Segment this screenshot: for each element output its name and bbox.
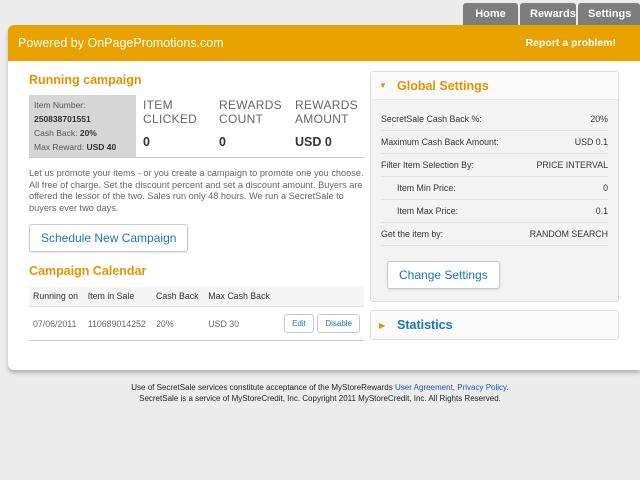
cell-actions: Edit Disable xyxy=(276,306,364,341)
cell-max-cash-back: USD 30 xyxy=(204,306,277,341)
setting-value: PRICE INTERVAL xyxy=(536,160,608,170)
stat-label: REWARDS COUNT xyxy=(219,98,282,126)
settings-row: Get the item by: RANDOM SEARCH xyxy=(381,223,608,246)
nav-tab-home[interactable]: Home xyxy=(463,3,518,25)
top-nav: Home Rewards Settings xyxy=(463,3,640,25)
global-settings-panel: ▼ Global Settings SecretSale Cash Back %… xyxy=(370,71,619,302)
column-header-actions xyxy=(276,287,364,307)
column-header: Max Cash Back xyxy=(204,287,277,307)
statistics-title: Statistics xyxy=(397,318,453,332)
campaign-section: Running campaign Item Number: 2508387015… xyxy=(29,73,364,341)
nav-tab-settings[interactable]: Settings xyxy=(578,3,640,25)
setting-key: Item Max Price: xyxy=(397,206,459,216)
nav-tab-rewards[interactable]: Rewards xyxy=(520,3,576,25)
main-card: Powered by OnPagePromotions.com Report a… xyxy=(8,25,640,370)
campaign-summary: Item Number: 250838701551 Cash Back: 20%… xyxy=(29,95,364,158)
footer-line-2: SecretSale is a service of MyStoreCredit… xyxy=(139,394,501,403)
settings-row: Maximum Cash Back Amount: USD 0.1 xyxy=(381,131,608,154)
report-problem-link[interactable]: Report a problem! xyxy=(526,37,616,49)
setting-value: 0.1 xyxy=(595,206,608,216)
max-reward-label: Max Reward: xyxy=(34,142,85,152)
stat-value: 0 xyxy=(143,135,150,149)
table-header-row: Running on Item in Sale Cash Back Max Ca… xyxy=(29,287,364,307)
footer: Use of SecretSale services constitute ac… xyxy=(0,382,640,404)
brand-text: Powered by OnPagePromotions.com xyxy=(18,36,224,50)
max-reward-value: USD 40 xyxy=(86,142,117,152)
disable-button[interactable]: Disable xyxy=(317,314,360,333)
item-number-label: Item Number: xyxy=(34,100,86,110)
cell-running-on: 07/06/2011 xyxy=(29,306,84,341)
stat-value: USD 0 xyxy=(295,135,332,149)
setting-key: Get the item by: xyxy=(381,229,444,239)
setting-key: Filter Item Selection By: xyxy=(381,160,474,170)
statistics-header[interactable]: ▶ Statistics xyxy=(371,311,618,339)
triangle-down-icon: ▼ xyxy=(379,81,387,90)
campaign-description: Let us promote your items - or you creat… xyxy=(29,168,364,213)
settings-list: SecretSale Cash Back %: 20% Maximum Cash … xyxy=(371,100,618,246)
user-agreement-link[interactable]: User Agreement xyxy=(395,383,453,392)
footer-line-1: Use of SecretSale services constitute ac… xyxy=(0,382,640,393)
campaign-calendar-heading: Campaign Calendar xyxy=(29,264,147,278)
banner: Powered by OnPagePromotions.com Report a… xyxy=(8,25,640,61)
setting-key: Item Min Price: xyxy=(397,183,456,193)
settings-row: Item Max Price: 0.1 xyxy=(381,200,608,223)
setting-value: USD 0.1 xyxy=(574,137,608,147)
column-header: Item in Sale xyxy=(83,287,153,307)
privacy-policy-link[interactable]: Privacy Policy xyxy=(457,383,506,392)
stat-rewards-amount: REWARDS AMOUNT USD 0 xyxy=(288,95,364,157)
column-header: Cash Back xyxy=(152,287,205,307)
change-settings-button[interactable]: Change Settings xyxy=(387,261,500,289)
setting-value: RANDOM SEARCH xyxy=(529,229,608,239)
item-number-value: 250838701551 xyxy=(34,114,91,124)
cash-back-label: Cash Back: xyxy=(34,128,78,138)
setting-value: 20% xyxy=(590,114,608,124)
item-info-box: Item Number: 250838701551 Cash Back: 20%… xyxy=(29,95,136,157)
edit-button[interactable]: Edit xyxy=(284,314,314,333)
settings-column: ▼ Global Settings SecretSale Cash Back %… xyxy=(370,71,619,340)
campaign-calendar-table: Running on Item in Sale Cash Back Max Ca… xyxy=(29,287,364,341)
cell-item: 110689014252 xyxy=(83,306,153,341)
table-row: 07/06/2011 110689014252 20% USD 30 Edit … xyxy=(29,306,364,341)
stat-rewards-count: REWARDS COUNT 0 xyxy=(212,95,288,157)
settings-row: Filter Item Selection By: PRICE INTERVAL xyxy=(381,154,608,177)
stat-item-clicked: ITEM CLICKED 0 xyxy=(136,95,212,157)
column-header: Running on xyxy=(29,287,84,307)
stat-label: REWARDS AMOUNT xyxy=(295,98,358,126)
stat-value: 0 xyxy=(219,135,226,149)
footer-text: Use of SecretSale services constitute ac… xyxy=(131,383,393,392)
stat-label: ITEM CLICKED xyxy=(143,98,198,126)
settings-row: Item Min Price: 0 xyxy=(381,177,608,200)
global-settings-header[interactable]: ▼ Global Settings xyxy=(371,72,618,100)
footer-comma: , xyxy=(452,383,456,392)
setting-key: SecretSale Cash Back %: xyxy=(381,114,482,124)
footer-period: . xyxy=(506,383,509,392)
settings-row: SecretSale Cash Back %: 20% xyxy=(381,108,608,131)
setting-key: Maximum Cash Back Amount: xyxy=(381,137,499,147)
triangle-right-icon: ▶ xyxy=(379,320,386,330)
statistics-panel: ▶ Statistics xyxy=(370,310,619,340)
cash-back-value: 20% xyxy=(79,128,97,138)
running-campaign-heading: Running campaign xyxy=(29,73,142,87)
global-settings-title: Global Settings xyxy=(397,78,489,93)
setting-value: 0 xyxy=(603,183,608,193)
schedule-campaign-button[interactable]: Schedule New Campaign xyxy=(29,224,189,252)
cell-cash-back: 20% xyxy=(152,306,205,341)
